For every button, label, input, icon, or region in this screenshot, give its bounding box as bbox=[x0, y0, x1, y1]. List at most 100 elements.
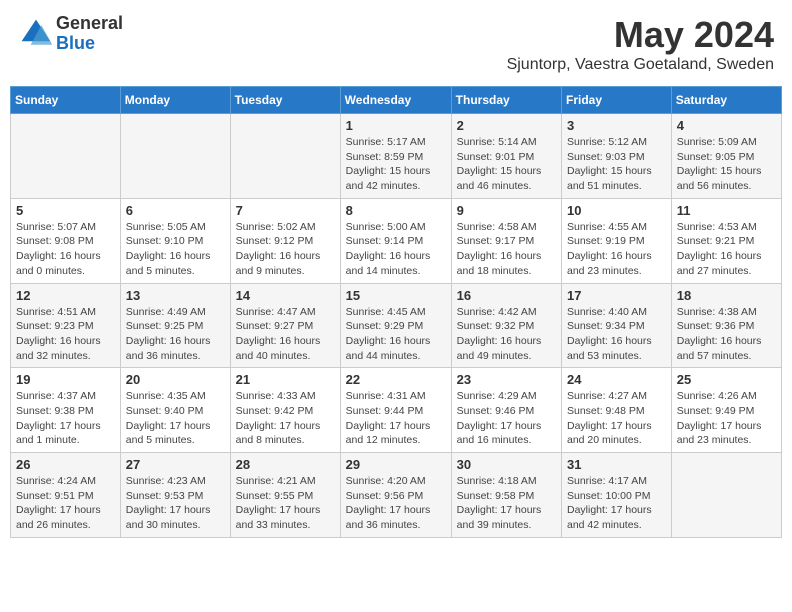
week-row-2: 5 Sunrise: 5:07 AMSunset: 9:08 PMDaylight… bbox=[11, 198, 782, 283]
calendar-table: SundayMondayTuesdayWednesdayThursdayFrid… bbox=[10, 86, 782, 538]
day-cell: 21 Sunrise: 4:33 AMSunset: 9:42 PMDayligh… bbox=[230, 368, 340, 453]
day-header-thursday: Thursday bbox=[451, 87, 561, 114]
day-number: 4 bbox=[677, 118, 776, 133]
day-number: 2 bbox=[457, 118, 556, 133]
day-info: Sunrise: 4:58 AMSunset: 9:17 PMDaylight:… bbox=[457, 220, 556, 279]
day-number: 16 bbox=[457, 288, 556, 303]
day-info: Sunrise: 4:29 AMSunset: 9:46 PMDaylight:… bbox=[457, 389, 556, 448]
day-cell bbox=[120, 114, 230, 199]
week-row-5: 26 Sunrise: 4:24 AMSunset: 9:51 PMDayligh… bbox=[11, 453, 782, 538]
day-info: Sunrise: 4:51 AMSunset: 9:23 PMDaylight:… bbox=[16, 305, 115, 364]
day-info: Sunrise: 4:47 AMSunset: 9:27 PMDaylight:… bbox=[236, 305, 335, 364]
day-header-wednesday: Wednesday bbox=[340, 87, 451, 114]
day-number: 25 bbox=[677, 372, 776, 387]
day-header-friday: Friday bbox=[562, 87, 672, 114]
month-title: May 2024 bbox=[507, 14, 774, 56]
day-cell: 17Sunrise: 4:40 AMSunset: 9:34 PMDayligh… bbox=[562, 283, 672, 368]
day-cell: 18 Sunrise: 4:38 AMSunset: 9:36 PMDayligh… bbox=[671, 283, 781, 368]
day-cell bbox=[11, 114, 121, 199]
week-row-3: 12 Sunrise: 4:51 AMSunset: 9:23 PMDayligh… bbox=[11, 283, 782, 368]
day-number: 21 bbox=[236, 372, 335, 387]
day-info: Sunrise: 5:14 AMSunset: 9:01 PMDaylight:… bbox=[457, 135, 556, 194]
title-section: May 2024 Sjuntorp, Vaestra Goetaland, Sw… bbox=[507, 14, 774, 74]
day-cell: 19 Sunrise: 4:37 AMSunset: 9:38 PMDayligh… bbox=[11, 368, 121, 453]
day-cell: 10Sunrise: 4:55 AMSunset: 9:19 PMDayligh… bbox=[562, 198, 672, 283]
day-cell: 9 Sunrise: 4:58 AMSunset: 9:17 PMDaylight… bbox=[451, 198, 561, 283]
day-cell: 30 Sunrise: 4:18 AMSunset: 9:58 PMDayligh… bbox=[451, 453, 561, 538]
day-cell: 15Sunrise: 4:45 AMSunset: 9:29 PMDayligh… bbox=[340, 283, 451, 368]
day-info: Sunrise: 4:35 AMSunset: 9:40 PMDaylight:… bbox=[126, 389, 225, 448]
day-cell: 1 Sunrise: 5:17 AMSunset: 8:59 PMDaylight… bbox=[340, 114, 451, 199]
day-info: Sunrise: 5:17 AMSunset: 8:59 PMDaylight:… bbox=[346, 135, 446, 194]
logo-icon bbox=[18, 16, 54, 52]
day-cell: 6Sunrise: 5:05 AMSunset: 9:10 PMDaylight… bbox=[120, 198, 230, 283]
day-info: Sunrise: 4:37 AMSunset: 9:38 PMDaylight:… bbox=[16, 389, 115, 448]
day-info: Sunrise: 4:45 AMSunset: 9:29 PMDaylight:… bbox=[346, 305, 446, 364]
day-number: 1 bbox=[346, 118, 446, 133]
day-cell: 28 Sunrise: 4:21 AMSunset: 9:55 PMDayligh… bbox=[230, 453, 340, 538]
day-cell: 8Sunrise: 5:00 AMSunset: 9:14 PMDaylight… bbox=[340, 198, 451, 283]
logo-text: General Blue bbox=[56, 14, 123, 54]
day-number: 5 bbox=[16, 203, 115, 218]
day-number: 3 bbox=[567, 118, 666, 133]
day-info: Sunrise: 5:00 AMSunset: 9:14 PMDaylight:… bbox=[346, 220, 446, 279]
day-headers-row: SundayMondayTuesdayWednesdayThursdayFrid… bbox=[11, 87, 782, 114]
day-number: 30 bbox=[457, 457, 556, 472]
day-cell: 29Sunrise: 4:20 AMSunset: 9:56 PMDayligh… bbox=[340, 453, 451, 538]
day-number: 13 bbox=[126, 288, 225, 303]
day-number: 31 bbox=[567, 457, 666, 472]
day-number: 29 bbox=[346, 457, 446, 472]
day-cell: 16 Sunrise: 4:42 AMSunset: 9:32 PMDayligh… bbox=[451, 283, 561, 368]
day-number: 19 bbox=[16, 372, 115, 387]
day-number: 12 bbox=[16, 288, 115, 303]
day-cell: 24Sunrise: 4:27 AMSunset: 9:48 PMDayligh… bbox=[562, 368, 672, 453]
day-number: 23 bbox=[457, 372, 556, 387]
day-info: Sunrise: 4:49 AMSunset: 9:25 PMDaylight:… bbox=[126, 305, 225, 364]
day-header-monday: Monday bbox=[120, 87, 230, 114]
day-cell: 26 Sunrise: 4:24 AMSunset: 9:51 PMDayligh… bbox=[11, 453, 121, 538]
day-info: Sunrise: 4:31 AMSunset: 9:44 PMDaylight:… bbox=[346, 389, 446, 448]
day-info: Sunrise: 4:26 AMSunset: 9:49 PMDaylight:… bbox=[677, 389, 776, 448]
day-info: Sunrise: 5:12 AMSunset: 9:03 PMDaylight:… bbox=[567, 135, 666, 194]
day-info: Sunrise: 4:18 AMSunset: 9:58 PMDaylight:… bbox=[457, 474, 556, 533]
day-number: 9 bbox=[457, 203, 556, 218]
day-info: Sunrise: 4:55 AMSunset: 9:19 PMDaylight:… bbox=[567, 220, 666, 279]
page-header: General Blue May 2024 Sjuntorp, Vaestra … bbox=[10, 10, 782, 78]
day-cell: 11Sunrise: 4:53 AMSunset: 9:21 PMDayligh… bbox=[671, 198, 781, 283]
day-cell: 31Sunrise: 4:17 AMSunset: 10:00 PMDaylig… bbox=[562, 453, 672, 538]
day-info: Sunrise: 4:23 AMSunset: 9:53 PMDaylight:… bbox=[126, 474, 225, 533]
logo-general: General bbox=[56, 14, 123, 34]
day-header-tuesday: Tuesday bbox=[230, 87, 340, 114]
day-number: 28 bbox=[236, 457, 335, 472]
day-number: 26 bbox=[16, 457, 115, 472]
day-number: 24 bbox=[567, 372, 666, 387]
day-cell: 25 Sunrise: 4:26 AMSunset: 9:49 PMDayligh… bbox=[671, 368, 781, 453]
day-cell: 13 Sunrise: 4:49 AMSunset: 9:25 PMDayligh… bbox=[120, 283, 230, 368]
day-info: Sunrise: 4:21 AMSunset: 9:55 PMDaylight:… bbox=[236, 474, 335, 533]
day-info: Sunrise: 5:05 AMSunset: 9:10 PMDaylight:… bbox=[126, 220, 225, 279]
calendar-body: 1 Sunrise: 5:17 AMSunset: 8:59 PMDaylight… bbox=[11, 114, 782, 538]
day-info: Sunrise: 4:42 AMSunset: 9:32 PMDaylight:… bbox=[457, 305, 556, 364]
day-cell: 27 Sunrise: 4:23 AMSunset: 9:53 PMDayligh… bbox=[120, 453, 230, 538]
day-number: 27 bbox=[126, 457, 225, 472]
day-number: 11 bbox=[677, 203, 776, 218]
day-cell bbox=[671, 453, 781, 538]
day-number: 20 bbox=[126, 372, 225, 387]
day-info: Sunrise: 5:07 AMSunset: 9:08 PMDaylight:… bbox=[16, 220, 115, 279]
day-number: 7 bbox=[236, 203, 335, 218]
day-cell: 20 Sunrise: 4:35 AMSunset: 9:40 PMDayligh… bbox=[120, 368, 230, 453]
day-info: Sunrise: 4:40 AMSunset: 9:34 PMDaylight:… bbox=[567, 305, 666, 364]
day-number: 22 bbox=[346, 372, 446, 387]
day-info: Sunrise: 4:33 AMSunset: 9:42 PMDaylight:… bbox=[236, 389, 335, 448]
day-info: Sunrise: 4:38 AMSunset: 9:36 PMDaylight:… bbox=[677, 305, 776, 364]
day-cell: 7Sunrise: 5:02 AMSunset: 9:12 PMDaylight… bbox=[230, 198, 340, 283]
day-cell bbox=[230, 114, 340, 199]
day-cell: 5 Sunrise: 5:07 AMSunset: 9:08 PMDaylight… bbox=[11, 198, 121, 283]
location-title: Sjuntorp, Vaestra Goetaland, Sweden bbox=[507, 56, 774, 74]
calendar-header: SundayMondayTuesdayWednesdayThursdayFrid… bbox=[11, 87, 782, 114]
logo-blue: Blue bbox=[56, 34, 123, 54]
day-info: Sunrise: 4:24 AMSunset: 9:51 PMDaylight:… bbox=[16, 474, 115, 533]
week-row-1: 1 Sunrise: 5:17 AMSunset: 8:59 PMDaylight… bbox=[11, 114, 782, 199]
day-number: 18 bbox=[677, 288, 776, 303]
day-cell: 12 Sunrise: 4:51 AMSunset: 9:23 PMDayligh… bbox=[11, 283, 121, 368]
